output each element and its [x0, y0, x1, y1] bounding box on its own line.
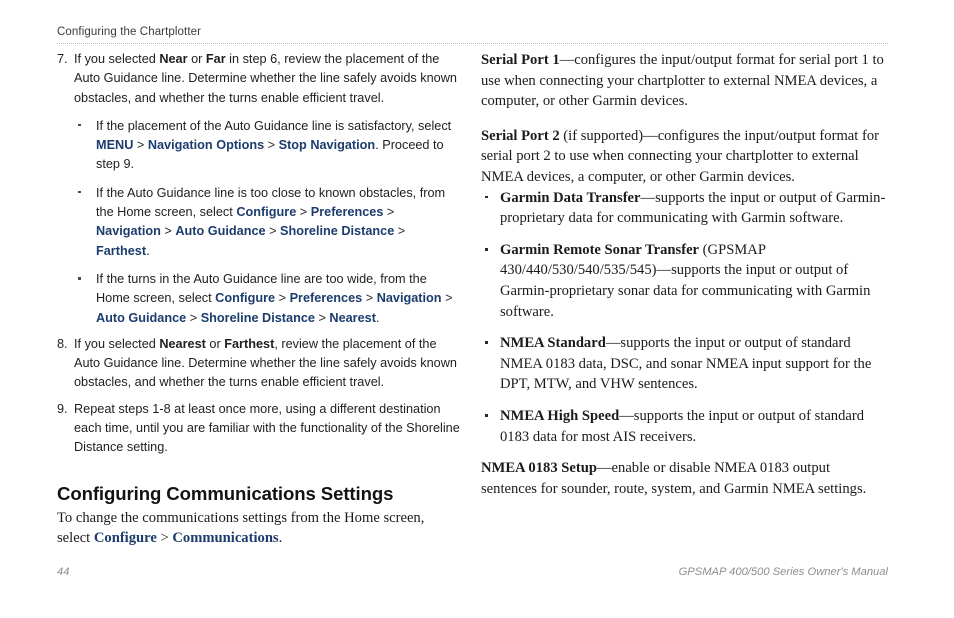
bullet-text: If the placement of the Auto Guidance li… — [96, 119, 451, 172]
body-paragraph: Serial Port 2 (if supported)—configures … — [481, 126, 888, 188]
menu-path-term: Configure — [215, 291, 276, 306]
bold-term: NMEA Standard — [500, 335, 606, 352]
bold-term: Serial Port 2 — [481, 127, 560, 144]
menu-path-separator: > — [275, 291, 290, 306]
bold-term: NMEA 0183 Setup — [481, 460, 597, 477]
bullet-text: Garmin Remote Sonar Transfer (GPSMAP 430… — [500, 242, 870, 320]
step-number: 8. — [57, 336, 68, 351]
section-heading: Configuring Communications Settings — [57, 482, 394, 504]
menu-path-term: Configure — [236, 205, 297, 220]
bold-term: Garmin Remote Sonar Transfer — [500, 241, 700, 258]
menu-path-separator: > — [133, 138, 148, 153]
bullet-text: Garmin Data Transfer—supports the input … — [500, 190, 885, 227]
step-text: If you selected Nearest or Farthest, rev… — [74, 335, 461, 393]
right-bottom-paragraphs: NMEA 0183 Setup—enable or disable NMEA 0… — [481, 458, 888, 499]
menu-path-term: Farthest — [96, 243, 147, 258]
page-footer: 44 GPSMAP 400/500 Series Owner's Manual — [57, 566, 888, 582]
menu-path-separator: > — [265, 224, 281, 239]
bullet-dot-icon — [485, 413, 488, 417]
section-intro-paragraph: To change the communications settings fr… — [57, 508, 461, 549]
numbered-step: 7. If you selected Near or Far in step 6,… — [57, 50, 461, 328]
bold-term: Nearest — [159, 336, 206, 351]
bullet-dot-icon — [485, 341, 488, 344]
bullet-text: NMEA High Speed—supports the input or ou… — [500, 408, 864, 445]
bullet-text: NMEA Standard—supports the input or outp… — [500, 335, 871, 392]
document-page: Configuring the Chartplotter 7. If you se… — [0, 0, 954, 618]
text-run: If you selected — [74, 52, 160, 66]
bold-term: Serial Port 1 — [481, 52, 560, 68]
bullet-item: If the placement of the Auto Guidance li… — [74, 117, 461, 175]
step-number: 7. — [57, 52, 68, 66]
menu-path-separator: > — [186, 310, 201, 325]
step-number: 9. — [57, 401, 68, 416]
bold-term: Far — [205, 52, 226, 66]
menu-path-separator: > — [441, 291, 453, 306]
bullet-dot-icon — [78, 190, 81, 194]
menu-path-separator: > — [314, 310, 330, 325]
text-run: If you selected — [74, 336, 160, 351]
right-top-paragraphs: Serial Port 1—configures the input/outpu… — [481, 50, 888, 188]
menu-path-term: Nearest — [329, 310, 376, 325]
menu-path-term: Navigation — [96, 224, 161, 239]
text-run: If the placement of the Auto Guidance li… — [96, 118, 452, 133]
text-run: . — [146, 243, 150, 258]
header-title: Configuring the Chartplotter — [57, 26, 202, 38]
bullet-item: NMEA High Speed—supports the input or ou… — [481, 406, 888, 447]
step-text: Repeat steps 1-8 at least once more, usi… — [74, 400, 461, 458]
bullet-item: If the Auto Guidance line is too close t… — [74, 184, 461, 261]
step-bullet-list: If the placement of the Auto Guidance li… — [74, 117, 461, 328]
running-header: Configuring the Chartplotter — [57, 25, 888, 44]
menu-path-separator: > — [394, 224, 406, 239]
bold-term: Garmin Data Transfer — [500, 189, 641, 206]
right-bullet-list: Garmin Data Transfer—supports the input … — [481, 188, 888, 448]
text-run: or — [187, 52, 206, 66]
menu-path-separator: > — [160, 224, 176, 239]
footer-manual-title: GPSMAP 400/500 Series Owner's Manual — [678, 566, 888, 578]
bold-term: Near — [159, 52, 188, 66]
step-text: If you selected Near or Far in step 6, r… — [74, 50, 461, 108]
menu-path-term: Navigation Options — [147, 138, 265, 153]
menu-path-separator: > — [383, 205, 395, 220]
menu-path-term: MENU — [96, 138, 134, 153]
text-run: . — [375, 310, 380, 325]
numbered-step: 9. Repeat steps 1-8 at least once more, u… — [57, 400, 461, 458]
bullet-item: Garmin Remote Sonar Transfer (GPSMAP 430… — [481, 240, 888, 322]
bullet-item: If the turns in the Auto Guidance line a… — [74, 270, 461, 328]
menu-path-term: Stop Navigation — [278, 138, 376, 153]
menu-path-term: Preferences — [289, 291, 363, 306]
text-run: or — [205, 336, 225, 351]
text-run: Repeat steps 1-8 at least once more, usi… — [74, 401, 460, 455]
menu-path-term: Auto Guidance — [96, 310, 187, 325]
bold-term: NMEA High Speed — [500, 407, 620, 424]
menu-path-separator: > — [296, 205, 311, 220]
bold-term: Farthest — [224, 336, 275, 351]
bullet-item: NMEA Standard—supports the input or outp… — [481, 333, 888, 395]
bullet-dot-icon — [78, 276, 81, 280]
menu-path-separator: > — [264, 138, 279, 153]
menu-path-term: Shoreline Distance — [200, 310, 315, 325]
menu-path-separator: > — [156, 530, 173, 547]
bullet-item: Garmin Data Transfer—supports the input … — [481, 188, 888, 229]
bullet-text: If the turns in the Auto Guidance line a… — [96, 272, 452, 325]
menu-path-term: Auto Guidance — [175, 224, 266, 239]
body-paragraph: Serial Port 1—configures the input/outpu… — [481, 50, 888, 112]
bullet-dot-icon — [78, 123, 81, 127]
menu-path-term: Shoreline Distance — [280, 224, 395, 239]
menu-path-term: Preferences — [310, 205, 384, 220]
menu-path-term: Navigation — [376, 291, 442, 306]
bullet-dot-icon — [485, 247, 488, 251]
menu-path-separator: > — [362, 291, 377, 306]
header-divider — [57, 43, 888, 44]
numbered-step-list: 7. If you selected Near or Far in step 6,… — [57, 50, 461, 458]
numbered-step: 8. If you selected Nearest or Farthest, r… — [57, 335, 461, 393]
menu-path-term: Communications — [172, 530, 279, 547]
body-paragraph: NMEA 0183 Setup—enable or disable NMEA 0… — [481, 458, 888, 499]
bullet-dot-icon — [485, 195, 488, 199]
footer-page-number: 44 — [57, 566, 70, 578]
bullet-text: If the Auto Guidance line is too close t… — [96, 186, 445, 258]
text-run: . — [278, 530, 283, 547]
right-column: Serial Port 1—configures the input/outpu… — [481, 50, 888, 499]
menu-path-term: Configure — [93, 530, 157, 547]
left-column: 7. If you selected Near or Far in step 6,… — [57, 50, 461, 549]
